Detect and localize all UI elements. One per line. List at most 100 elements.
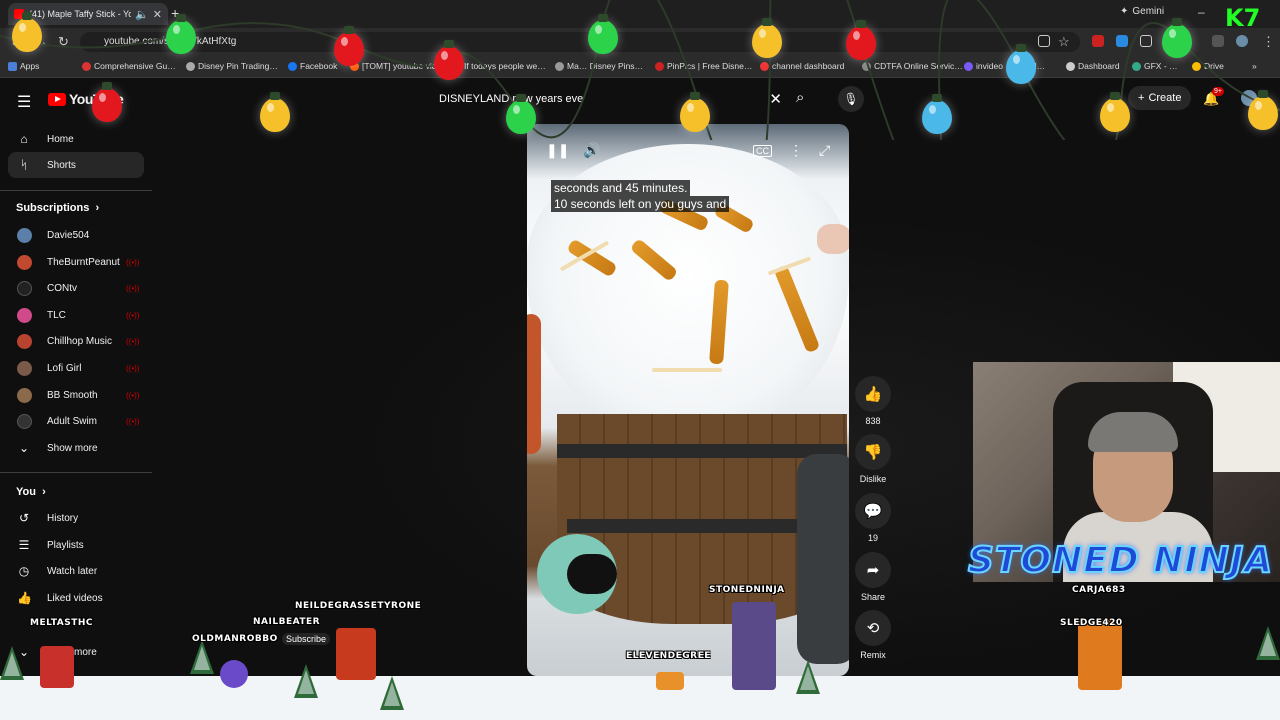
dislike-button[interactable]: 👎 Dislike (855, 434, 891, 484)
sidebar-item-subscription[interactable]: TheBurntPeanut ((•)) (8, 249, 144, 275)
subscriptions-header[interactable]: Subscriptions › (16, 202, 99, 214)
bookmark-item[interactable]: Comprehensive Gu… (82, 61, 176, 71)
clear-search-icon[interactable]: ✕ (769, 90, 782, 108)
comment-icon: 💬 (855, 493, 891, 529)
bookmark-item[interactable]: invideo (964, 61, 1003, 71)
show-more-button[interactable]: ⌄ Show more (8, 435, 144, 461)
search-input[interactable]: DISNEYLAND new years eve ✕ (430, 88, 790, 110)
bookmark-apps[interactable]: Apps (8, 61, 39, 71)
fullscreen-icon[interactable]: ⤢ (819, 142, 830, 159)
voice-search-button[interactable]: 🎙 (838, 86, 864, 112)
pause-icon[interactable]: ❚❚ (546, 142, 569, 159)
drive-icon (1192, 61, 1201, 71)
like-button[interactable]: 👍 838 (855, 376, 891, 426)
create-button[interactable]: + Create (1128, 86, 1192, 110)
channel-avatar (17, 360, 32, 376)
more-bookmarks-icon[interactable]: » (1252, 61, 1257, 71)
christmas-light-bulb (166, 14, 196, 54)
profile-icon[interactable] (1236, 35, 1248, 47)
facebook-icon (288, 61, 297, 71)
extensions-puzzle-icon[interactable] (1140, 35, 1152, 47)
bookmark-star-icon[interactable]: ☆ (1058, 34, 1070, 50)
bookmark-favicon-icon (555, 61, 564, 71)
playlists-icon: ☰ (18, 538, 30, 552)
thumbs-up-icon: 👍 (855, 376, 891, 412)
bookmark-item[interactable]: Disney Pin Trading… (186, 61, 278, 71)
watch-later-icon: ◷ (18, 564, 30, 578)
channel-avatar (17, 413, 32, 429)
gemini-button[interactable]: ✦ Gemini (1120, 6, 1164, 17)
reload-icon[interactable]: ↻ (58, 34, 69, 50)
sidebar-item-shorts[interactable]: ᛋ Shorts (8, 152, 144, 178)
bookmark-item[interactable]: Drive (1192, 61, 1224, 71)
minimize-icon[interactable]: – (1198, 5, 1205, 19)
search-button[interactable]: ⌕ (796, 89, 804, 106)
more-options-icon[interactable]: ⋮ (789, 142, 803, 159)
christmas-light-bulb (752, 18, 782, 58)
subscribe-button[interactable]: Subscribe (282, 633, 331, 645)
bookmark-item[interactable]: Ma… Disney Pins… (555, 61, 643, 71)
caption-line: seconds and 45 minutes. (551, 180, 691, 196)
close-tab-icon[interactable]: ✕ (153, 8, 162, 21)
sidebar-item-subscription[interactable]: Lofi Girl ((•)) (8, 355, 144, 381)
bookmark-item[interactable]: channel dashboard (760, 61, 844, 71)
sidebar-item-home[interactable]: ⌂ Home (8, 126, 144, 152)
youtube-header: ☰ YouTube DISNEYLAND new years eve ✕ ⌕ 🎙… (0, 78, 1280, 120)
christmas-light-bulb (92, 82, 122, 122)
viewer-name: STONEDNINJA (709, 585, 785, 595)
chevron-right-icon: › (92, 202, 100, 214)
bookmark-item[interactable]: Dashboard (1066, 61, 1120, 71)
barrel-hoop (557, 444, 847, 458)
tab-title: (41) Maple Taffy Stick - You (29, 9, 132, 19)
show-more-you-button[interactable]: ⌄ more (8, 639, 144, 665)
sidebar-item-history[interactable]: ↺ History (8, 505, 144, 531)
sidebar-item-subscription[interactable]: TLC ((•)) (8, 302, 144, 328)
sidebar-item-watch-later[interactable]: ◷ Watch later (8, 558, 144, 584)
bookmark-item[interactable]: GFX - … (1132, 61, 1178, 71)
url-field[interactable]: youtube.com/sh…dVkAtHfXtg (80, 32, 1080, 52)
microphone-icon: 🎙 (843, 92, 859, 106)
thumbs-down-icon: 👎 (855, 434, 891, 470)
youtube-studio-icon (760, 61, 769, 71)
christmas-light-bulb (12, 12, 42, 52)
bookmark-item[interactable]: PinPics | Free Disne… (655, 61, 752, 71)
shorts-video-player[interactable]: ❚❚ 🔊 CC ⋮ ⤢ seconds and 45 minutes. 10 s… (527, 124, 849, 676)
remix-button[interactable]: ⟲ Remix (855, 610, 891, 660)
mute-tab-icon[interactable]: 🔈 (135, 8, 149, 21)
menu-kebab-icon[interactable]: ⋮ (1262, 34, 1275, 50)
pine-tree (1256, 626, 1280, 660)
share-button[interactable]: ➦ Share (855, 552, 891, 602)
share-icon: ➦ (855, 552, 891, 588)
bookmark-item[interactable]: If todays people we… (452, 61, 546, 71)
sidebar-item-playlists[interactable]: ☰ Playlists (8, 532, 144, 558)
captions-icon[interactable]: CC (753, 145, 772, 157)
extension-blue-icon[interactable] (1116, 35, 1128, 47)
volume-icon[interactable]: 🔊 (583, 142, 600, 159)
viewer-name: OLDMANROBBO (192, 634, 278, 644)
sidebar-item-liked-videos[interactable]: 👍 Liked videos (8, 585, 144, 611)
bookmark-favicon-icon (82, 61, 91, 71)
sidebar-item-subscription[interactable]: Chillhop Music ((•)) (8, 328, 144, 354)
sidebar-item-subscription[interactable]: Davie504 (8, 222, 144, 248)
christmas-light-bulb (434, 40, 464, 80)
sidebar-item-subscription[interactable]: Adult Swim ((•)) (8, 408, 144, 434)
viewer-name: CARJA683 (1072, 585, 1126, 595)
you-header[interactable]: You › (16, 486, 46, 498)
tab-search-icon[interactable] (1212, 35, 1224, 47)
extension-red-icon[interactable] (1092, 35, 1104, 47)
sidebar-item-subscription[interactable]: CONtv ((•)) (8, 275, 144, 301)
bookmark-item[interactable]: [TOMT] youtube vid… (350, 61, 445, 71)
sidebar-item-subscription[interactable]: BB Smooth ((•)) (8, 382, 144, 408)
person-leg (797, 454, 849, 664)
ironman-sprite (336, 628, 376, 680)
install-icon[interactable] (1038, 35, 1050, 47)
pine-tree (294, 664, 318, 698)
bookmark-item[interactable]: CDTFA Online Servic… (862, 61, 963, 71)
hamburger-menu-icon[interactable]: ☰ (17, 92, 31, 112)
bookmark-item[interactable]: Facebook (288, 61, 337, 71)
christmas-light-bulb (1006, 44, 1036, 84)
live-icon: ((•)) (126, 390, 140, 400)
live-icon: ((•)) (126, 283, 140, 293)
comments-button[interactable]: 💬 19 (855, 493, 891, 543)
sidebar-divider (0, 190, 152, 191)
